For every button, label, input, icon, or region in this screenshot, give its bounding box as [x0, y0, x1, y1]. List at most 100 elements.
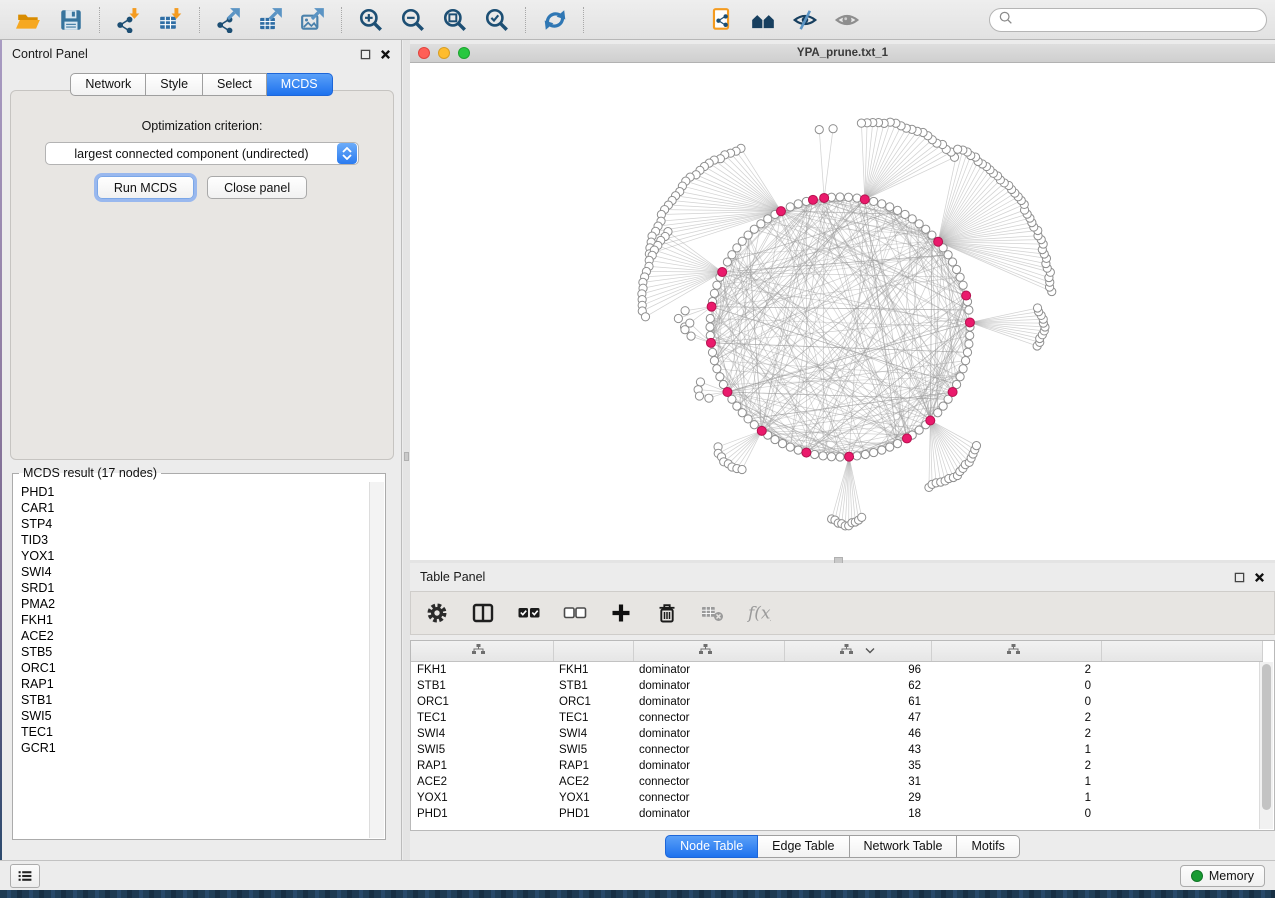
network-node[interactable] — [710, 357, 718, 365]
column-header-successor-nodes[interactable] — [784, 641, 931, 662]
memory-button[interactable]: Memory — [1180, 865, 1265, 887]
tab-edge-table[interactable]: Edge Table — [758, 835, 849, 858]
network-node[interactable] — [771, 435, 779, 443]
network-node[interactable] — [893, 439, 901, 447]
table-row[interactable]: TEC1TEC1connector472 — [411, 710, 1263, 726]
mcds-hub-node[interactable] — [808, 195, 817, 204]
network-node[interactable] — [836, 453, 844, 461]
column-header-predecessor-nodes[interactable] — [931, 641, 1101, 662]
show-all-icon[interactable] — [828, 4, 866, 36]
mcds-result-item[interactable]: STB5 — [21, 644, 370, 660]
network-node[interactable] — [963, 348, 971, 356]
search-input[interactable] — [1019, 12, 1258, 28]
network-leaf-node[interactable] — [954, 145, 962, 153]
network-node[interactable] — [966, 331, 974, 339]
network-node[interactable] — [870, 197, 878, 205]
network-leaf-node[interactable] — [695, 392, 703, 400]
mcds-hub-node[interactable] — [845, 452, 854, 461]
network-node[interactable] — [716, 373, 724, 381]
table-row[interactable]: YOX1YOX1connector291 — [411, 790, 1263, 806]
splitter-grip[interactable] — [404, 452, 409, 461]
network-leaf-node[interactable] — [1033, 304, 1041, 312]
table-row[interactable]: SWI5SWI5connector431 — [411, 742, 1263, 758]
column-header-name[interactable] — [553, 641, 633, 662]
network-leaf-node[interactable] — [738, 465, 746, 473]
network-node[interactable] — [944, 251, 952, 259]
network-node[interactable] — [870, 448, 878, 456]
mcds-result-item[interactable]: STB1 — [21, 692, 370, 708]
network-leaf-node[interactable] — [815, 126, 823, 134]
network-node[interactable] — [901, 210, 909, 218]
add-icon[interactable] — [609, 601, 633, 625]
mcds-result-item[interactable]: ACE2 — [21, 628, 370, 644]
network-leaf-node[interactable] — [681, 326, 689, 334]
network-node[interactable] — [853, 452, 861, 460]
close-panel-icon[interactable] — [380, 49, 391, 60]
network-node[interactable] — [886, 443, 894, 451]
network-node[interactable] — [786, 203, 794, 211]
tab-node-table[interactable]: Node Table — [665, 835, 758, 858]
network-node[interactable] — [956, 373, 964, 381]
mcds-result-item[interactable]: CAR1 — [21, 500, 370, 516]
import-table-icon[interactable] — [152, 4, 190, 36]
mcds-result-item[interactable]: GCR1 — [21, 740, 370, 756]
mcds-hub-node[interactable] — [802, 448, 811, 457]
network-node[interactable] — [713, 365, 721, 373]
tab-network-table[interactable]: Network Table — [850, 835, 958, 858]
mcds-hub-node[interactable] — [860, 195, 869, 204]
export-network-icon[interactable] — [210, 4, 248, 36]
table-row[interactable]: ACE2ACE2connector311 — [411, 774, 1263, 790]
network-node[interactable] — [878, 446, 886, 454]
mcds-result-item[interactable]: SWI5 — [21, 708, 370, 724]
mcds-result-item[interactable]: RAP1 — [21, 676, 370, 692]
tab-select[interactable]: Select — [203, 73, 267, 96]
close-panel-button[interactable]: Close panel — [207, 176, 307, 199]
mcds-hub-node[interactable] — [757, 426, 766, 435]
network-node[interactable] — [956, 273, 964, 281]
run-mcds-button[interactable]: Run MCDS — [97, 176, 194, 199]
zoom-selected-icon[interactable] — [478, 4, 516, 36]
network-leaf-node[interactable] — [641, 313, 649, 321]
network-node[interactable] — [706, 314, 714, 322]
tab-mcds[interactable]: MCDS — [267, 73, 333, 96]
mcds-result-item[interactable]: STP4 — [21, 516, 370, 532]
select-all-icon[interactable] — [517, 601, 541, 625]
network-node[interactable] — [853, 194, 861, 202]
table-row[interactable]: SWI4SWI4dominator462 — [411, 726, 1263, 742]
network-node[interactable] — [959, 281, 967, 289]
network-node[interactable] — [928, 231, 936, 239]
mcds-hub-node[interactable] — [948, 388, 957, 397]
mcds-hub-node[interactable] — [902, 434, 911, 443]
columns-icon[interactable] — [471, 601, 495, 625]
network-node[interactable] — [965, 340, 973, 348]
network-node[interactable] — [723, 258, 731, 266]
network-node[interactable] — [878, 200, 886, 208]
mcds-hub-node[interactable] — [723, 388, 732, 397]
mcds-hub-node[interactable] — [962, 291, 971, 300]
network-node[interactable] — [827, 453, 835, 461]
network-node[interactable] — [794, 446, 802, 454]
network-leaf-node[interactable] — [857, 119, 865, 127]
deselect-all-icon[interactable] — [563, 601, 587, 625]
open-file-icon[interactable] — [10, 4, 48, 36]
mcds-hub-node[interactable] — [926, 416, 935, 425]
network-node[interactable] — [710, 289, 718, 297]
show-panels-menu-button[interactable] — [10, 864, 40, 888]
table-row[interactable]: ORC1ORC1dominator610 — [411, 694, 1263, 710]
mcds-list-scrollbar[interactable] — [369, 482, 384, 838]
table-row[interactable]: FKH1FKH1dominator962 — [411, 662, 1263, 679]
network-window-titlebar[interactable]: YPA_prune.txt_1 — [410, 44, 1275, 63]
delete-icon[interactable] — [655, 601, 679, 625]
network-node[interactable] — [861, 450, 869, 458]
network-leaf-node[interactable] — [696, 378, 704, 386]
hide-selected-icon[interactable] — [786, 4, 824, 36]
network-leaf-node[interactable] — [674, 314, 682, 322]
network-node[interactable] — [811, 450, 819, 458]
network-node[interactable] — [786, 443, 794, 451]
table-row[interactable]: STB1STB1dominator620 — [411, 678, 1263, 694]
mcds-hub-node[interactable] — [707, 302, 716, 311]
table-row[interactable]: PHD1PHD1dominator180 — [411, 806, 1263, 822]
network-leaf-node[interactable] — [687, 332, 695, 340]
criterion-dropdown[interactable]: largest connected component (undirected) — [45, 142, 359, 165]
mcds-result-item[interactable]: TEC1 — [21, 724, 370, 740]
